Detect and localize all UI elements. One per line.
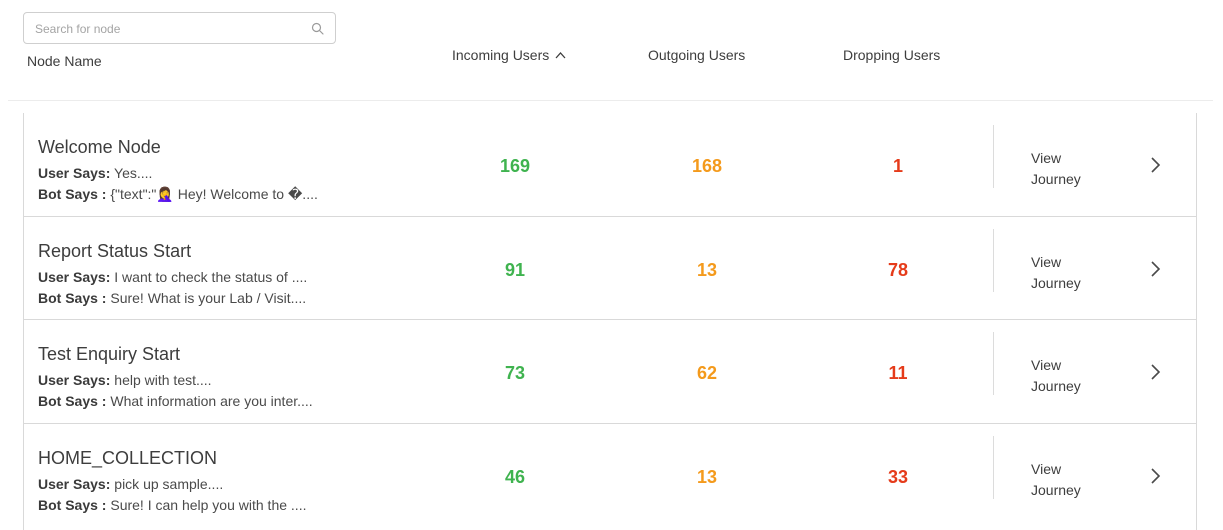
user-says-label: User Says: xyxy=(38,268,111,285)
user-says-text: Yes.... xyxy=(110,165,153,181)
chevron-right-icon[interactable] xyxy=(1148,260,1162,278)
node-title: Report Status Start xyxy=(38,240,192,261)
user-says: User Says: Yes.... xyxy=(38,165,152,181)
node-title: HOME_COLLECTION xyxy=(38,447,218,468)
view-journey-line2: Journey xyxy=(1031,274,1081,291)
bot-says: Bot Says : Sure! I can help you with the… xyxy=(38,497,306,513)
dropping-count: 11 xyxy=(888,363,908,383)
user-says-label: User Says: xyxy=(38,475,111,492)
column-header-incoming-users[interactable]: Incoming Users xyxy=(452,47,566,63)
node-table: Welcome Node User Says: Yes.... Bot Says… xyxy=(23,113,1197,530)
user-says-text: help with test.... xyxy=(110,372,212,388)
bot-says-text: What information are you inter.... xyxy=(106,393,313,409)
chevron-right-icon[interactable] xyxy=(1148,156,1162,174)
view-journey-line1: View xyxy=(1031,150,1062,166)
dropping-count: 33 xyxy=(887,466,909,487)
view-journey-line1: View xyxy=(1031,253,1062,270)
bot-says-label: Bot Says : xyxy=(38,393,107,409)
dropping-count: 1 xyxy=(892,156,903,176)
outgoing-count: 13 xyxy=(696,259,718,280)
search-input[interactable] xyxy=(35,19,305,39)
user-says-label: User Says: xyxy=(38,165,111,181)
outgoing-count: 13 xyxy=(696,466,718,487)
view-journey-line2: Journey xyxy=(1031,378,1081,394)
outgoing-count: 168 xyxy=(691,156,723,176)
search-icon[interactable] xyxy=(311,22,324,35)
incoming-count: 169 xyxy=(499,156,531,176)
search-box xyxy=(23,12,336,44)
column-header-node-name: Node Name xyxy=(27,53,102,69)
table-row: Report Status Start User Says: I want to… xyxy=(24,217,1196,320)
node-title: Welcome Node xyxy=(38,137,161,157)
view-journey-line2: Journey xyxy=(1031,481,1081,498)
bot-says-text: Sure! What is your Lab / Visit.... xyxy=(106,289,307,306)
table-row: Welcome Node User Says: Yes.... Bot Says… xyxy=(24,113,1196,217)
view-journey-link[interactable]: View Journey xyxy=(1031,355,1091,397)
column-divider xyxy=(993,228,994,292)
user-says: User Says: pick up sample.... xyxy=(38,476,223,492)
column-header-incoming-label: Incoming Users xyxy=(452,47,550,63)
user-says-label: User Says: xyxy=(38,372,111,388)
caret-up-icon xyxy=(555,52,566,59)
column-divider xyxy=(993,435,994,499)
bot-says-text: Sure! I can help you with the .... xyxy=(106,496,307,513)
user-says-text: I want to check the status of .... xyxy=(110,268,308,285)
chevron-right-icon[interactable] xyxy=(1148,467,1162,485)
bot-says-label: Bot Says : xyxy=(38,496,107,513)
view-journey-line1: View xyxy=(1031,460,1062,477)
bot-says: Bot Says : Sure! What is your Lab / Visi… xyxy=(38,290,306,306)
node-title: Test Enquiry Start xyxy=(38,344,181,364)
column-header-dropping-users: Dropping Users xyxy=(843,47,941,63)
incoming-count: 73 xyxy=(504,363,526,383)
incoming-count: 46 xyxy=(504,466,526,487)
view-journey-link[interactable]: View Journey xyxy=(1031,252,1091,294)
column-header-outgoing-users: Outgoing Users xyxy=(648,47,746,63)
view-journey-link[interactable]: View Journey xyxy=(1031,148,1091,190)
header-divider xyxy=(8,100,1213,101)
table-row: HOME_COLLECTION User Says: pick up sampl… xyxy=(24,424,1196,528)
incoming-count: 91 xyxy=(504,259,526,280)
column-divider xyxy=(993,332,994,395)
view-journey-line2: Journey xyxy=(1031,171,1081,187)
bot-says-text: {"text":"🤦‍♀️ Hey! Welcome to �.... xyxy=(106,186,318,202)
bot-says-label: Bot Says : xyxy=(38,186,107,202)
column-divider xyxy=(993,125,994,188)
view-journey-link[interactable]: View Journey xyxy=(1031,459,1091,501)
dropping-count: 78 xyxy=(887,259,909,280)
table-row: Test Enquiry Start User Says: help with … xyxy=(24,320,1196,424)
chevron-right-icon[interactable] xyxy=(1148,363,1162,381)
user-says: User Says: help with test.... xyxy=(38,372,212,388)
outgoing-count: 62 xyxy=(696,363,718,383)
user-says: User Says: I want to check the status of… xyxy=(38,269,307,285)
bot-says: Bot Says : {"text":"🤦‍♀️ Hey! Welcome to… xyxy=(38,186,318,203)
user-says-text: pick up sample.... xyxy=(110,475,224,492)
bot-says: Bot Says : What information are you inte… xyxy=(38,393,313,409)
view-journey-line1: View xyxy=(1031,357,1062,373)
bot-says-label: Bot Says : xyxy=(38,289,107,306)
